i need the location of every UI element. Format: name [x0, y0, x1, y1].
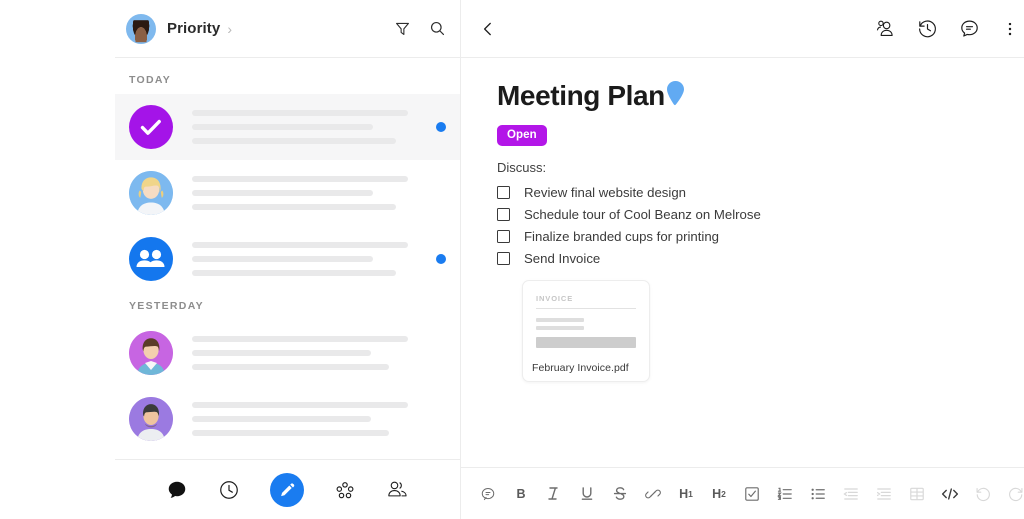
section-header-yesterday: YESTERDAY	[129, 300, 204, 312]
list-item[interactable]	[115, 386, 460, 452]
editor-toolbar: B H 1 H 2	[461, 467, 1024, 519]
comment-icon[interactable]	[477, 483, 499, 505]
apps-icon[interactable]	[334, 479, 356, 501]
preview-bar	[536, 337, 636, 348]
group-badge-icon	[129, 237, 173, 281]
section-header-today: TODAY	[129, 74, 172, 86]
clock-icon[interactable]	[218, 479, 240, 501]
checklist-icon[interactable]	[741, 483, 763, 505]
page-title: Priority	[167, 20, 221, 37]
avatar	[129, 397, 173, 441]
list-item-placeholder	[192, 110, 424, 144]
outdent-icon[interactable]	[840, 483, 862, 505]
comment-icon[interactable]	[959, 18, 980, 39]
checklist-item-label: Finalize branded cups for printing	[524, 229, 719, 244]
section-header-last-week: LAST WEEK	[115, 452, 460, 459]
chat-icon[interactable]	[166, 479, 188, 501]
location-pin-icon	[666, 81, 684, 111]
list-item-placeholder	[192, 402, 424, 436]
left-gutter	[0, 0, 115, 519]
indent-icon[interactable]	[873, 483, 895, 505]
avatar[interactable]	[126, 13, 156, 44]
checklist-item-label: Schedule tour of Cool Beanz on Melrose	[524, 207, 761, 222]
strikethrough-icon[interactable]	[609, 483, 631, 505]
sidebar-header: Priority ›	[115, 0, 460, 58]
checklist-item[interactable]: Schedule tour of Cool Beanz on Melrose	[497, 207, 1017, 222]
checklist-item[interactable]: Send Invoice	[497, 251, 1017, 266]
checkbox-icon[interactable]	[497, 208, 510, 221]
checkbox-icon[interactable]	[497, 252, 510, 265]
checklist: Review final website design Schedule tou…	[497, 185, 1017, 266]
unread-dot	[436, 254, 446, 264]
members-icon[interactable]	[875, 18, 896, 39]
checklist-item-label: Review final website design	[524, 185, 686, 200]
link-icon[interactable]	[642, 483, 664, 505]
list-item[interactable]	[115, 94, 460, 160]
checklist-item[interactable]: Review final website design	[497, 185, 1017, 200]
contacts-icon[interactable]	[386, 478, 409, 501]
undo-icon[interactable]	[972, 483, 994, 505]
more-icon[interactable]	[1001, 20, 1019, 38]
checkbox-icon[interactable]	[497, 186, 510, 199]
back-icon[interactable]	[479, 20, 497, 38]
list-item-placeholder	[192, 176, 424, 210]
sidebar-header-actions	[394, 20, 446, 37]
document-panel: Meeting Plan Open Discuss: Review final …	[461, 0, 1024, 519]
filter-icon[interactable]	[394, 20, 411, 37]
avatar	[129, 171, 173, 215]
avatar	[129, 331, 173, 375]
sidebar-bottom-nav	[115, 459, 460, 519]
code-icon[interactable]	[939, 483, 961, 505]
list-item[interactable]	[115, 160, 460, 226]
ordered-list-icon[interactable]	[774, 483, 796, 505]
document-header-actions	[875, 18, 1019, 39]
check-badge-icon	[129, 105, 173, 149]
list-item[interactable]	[115, 320, 460, 386]
checklist-item[interactable]: Finalize branded cups for printing	[497, 229, 1017, 244]
checklist-item-label: Send Invoice	[524, 251, 601, 266]
conversation-sidebar: Priority › TODAY YESTERDAY	[115, 0, 460, 519]
table-icon[interactable]	[906, 483, 928, 505]
preview-line	[536, 326, 584, 330]
unread-dot	[436, 122, 446, 132]
status-badge: Open	[497, 125, 547, 146]
title-row: Meeting Plan	[497, 80, 1017, 112]
search-icon[interactable]	[429, 20, 446, 37]
compose-icon[interactable]	[270, 472, 304, 507]
list-item-placeholder	[192, 242, 424, 276]
document-title[interactable]: Meeting Plan	[497, 80, 665, 112]
document-header	[461, 0, 1024, 58]
attachment-file-name: February Invoice.pdf	[532, 362, 629, 374]
attachment-preview-label: INVOICE	[536, 294, 574, 303]
bullet-list-icon[interactable]	[807, 483, 829, 505]
redo-icon[interactable]	[1005, 483, 1024, 505]
underline-icon[interactable]	[576, 483, 598, 505]
list-item-placeholder	[192, 336, 424, 370]
app-window: Priority › TODAY YESTERDAY Meeting Plan …	[0, 0, 1024, 519]
document-body[interactable]: Meeting Plan Open Discuss: Review final …	[461, 58, 1024, 467]
chevron-right-icon[interactable]: ›	[227, 22, 232, 36]
attachment-preview: INVOICE	[532, 290, 640, 354]
preview-line	[536, 318, 584, 322]
history-icon[interactable]	[917, 18, 938, 39]
heading1-icon[interactable]: H1	[675, 483, 697, 505]
conversation-list[interactable]: TODAY YESTERDAY	[115, 58, 460, 459]
checkbox-icon[interactable]	[497, 230, 510, 243]
preview-rule	[536, 308, 636, 309]
attachment-card[interactable]: INVOICE February Invoice.pdf	[522, 280, 650, 382]
bold-icon[interactable]: B	[510, 483, 532, 505]
italic-icon[interactable]	[543, 483, 565, 505]
list-item[interactable]	[115, 226, 460, 292]
discuss-label: Discuss:	[497, 160, 547, 175]
heading2-icon[interactable]: H2	[708, 483, 730, 505]
